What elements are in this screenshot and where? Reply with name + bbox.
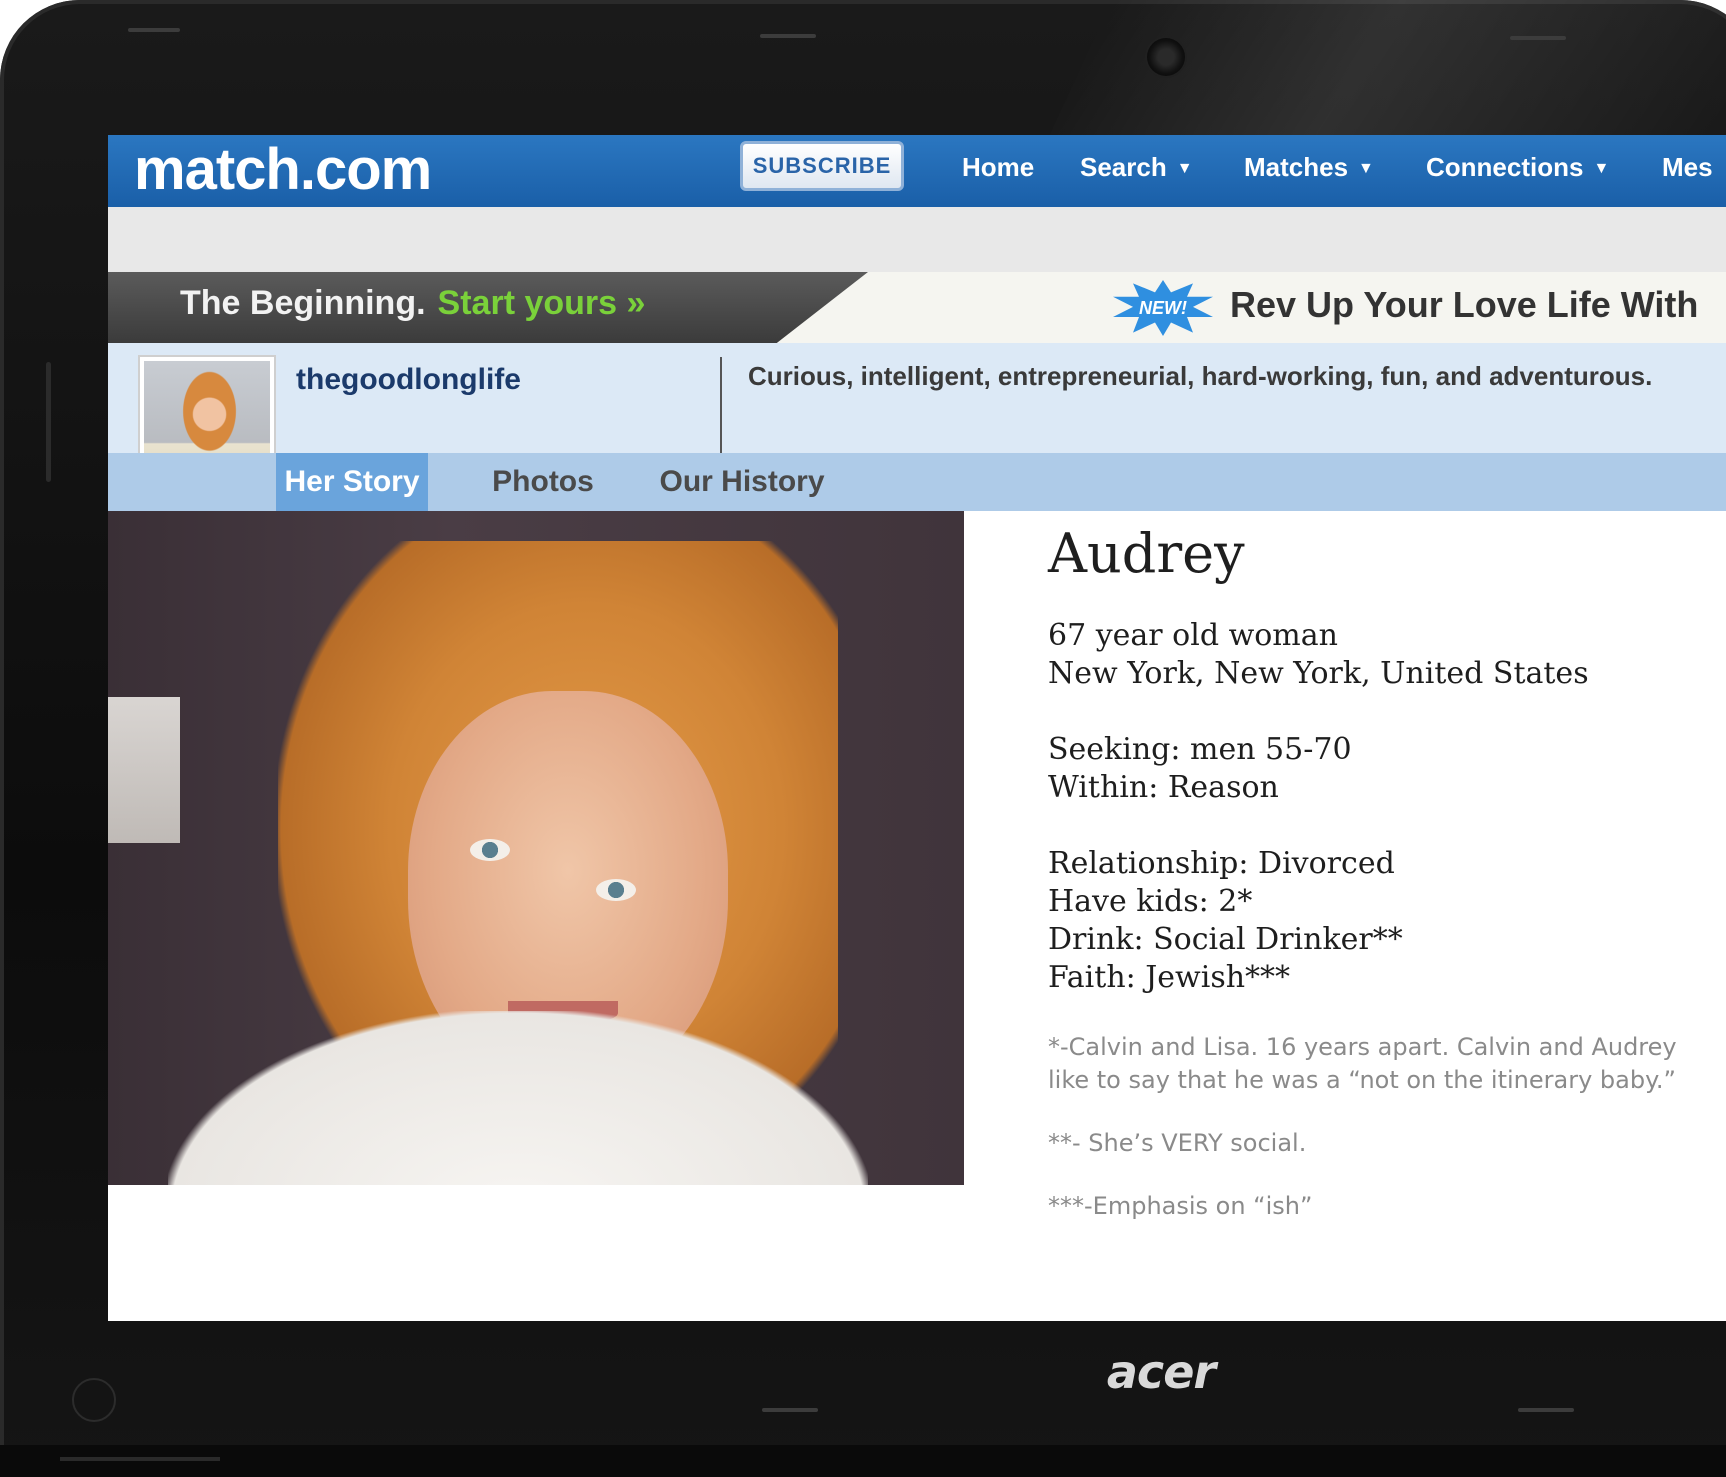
profile-details: Audrey 67 year old woman New York, New Y… [1048,519,1718,1223]
within: Within: Reason [1048,770,1279,805]
footnote-kids: *-Calvin and Lisa. 16 years apart. Calvi… [1048,1033,1677,1094]
bezel-notch [1518,1408,1574,1412]
drink: Drink: Social Drinker** [1048,922,1403,957]
tab-photos[interactable]: Photos [468,453,618,511]
bezel-notch [760,34,816,38]
chevron-down-icon: ▼ [1358,160,1374,178]
nav-matches-label: Matches [1244,152,1349,182]
have-kids: Have kids: 2* [1048,884,1253,919]
relationship: Relationship: Divorced [1048,846,1395,881]
tab-our-history[interactable]: Our History [652,453,832,511]
light-switch [108,697,180,843]
profile-username: thegoodlonglife [296,363,521,396]
screen: match.com SUBSCRIBE Home Search ▼ Matches… [108,135,1726,1321]
bezel-glare [1047,0,1726,140]
new-badge-icon: NEW! [1113,280,1213,336]
tab-her-story[interactable]: Her Story [276,453,428,511]
subscribe-button[interactable]: SUBSCRIBE [740,141,904,191]
promo-cta-link[interactable]: Start yours » [438,284,646,322]
subnav-band [108,207,1726,272]
header-divider [720,357,722,453]
footnote-drink: **- She’s VERY social. [1048,1129,1307,1157]
nav-connections[interactable]: Connections ▼ [1426,147,1609,187]
base-slot [60,1457,220,1461]
nav-messages[interactable]: Mes [1662,147,1713,187]
power-indicator-icon [72,1378,116,1422]
webcam-icon [1147,38,1185,76]
chevron-down-icon: ▼ [1176,160,1193,178]
side-slot [46,362,51,482]
nav-matches[interactable]: Matches ▼ [1244,147,1374,187]
location: New York, New York, United States [1048,656,1589,691]
footnote-faith: ***-Emphasis on “ish” [1048,1192,1313,1220]
laptop-base [0,1445,1726,1477]
promo-left-text: The Beginning. [180,284,426,322]
bezel-notch [1510,36,1566,40]
top-nav: match.com SUBSCRIBE Home Search ▼ Matches… [108,135,1726,207]
bezel-notch [128,28,180,32]
promo-left: The Beginning. Start yours » [180,284,645,323]
profile-photo[interactable] [108,511,964,1185]
nav-messages-label: Mes [1662,152,1713,182]
photo-shirt [168,1011,868,1185]
promo-right-text: Rev Up Your Love Life With [1230,284,1699,325]
faith: Faith: Jewish*** [1048,960,1291,995]
nav-connections-label: Connections [1426,152,1584,182]
nav-home[interactable]: Home [962,147,1034,187]
laptop-brand-logo: acer [1106,1345,1216,1399]
site-logo[interactable]: match.com [134,137,432,203]
nav-search[interactable]: Search ▼ [1080,147,1193,187]
bezel-notch [762,1408,818,1412]
photo-eye [596,879,636,901]
seeking: Seeking: men 55-70 [1048,732,1352,767]
profile-name: Audrey [1048,522,1245,585]
photo-eye [470,839,510,861]
nav-home-label: Home [962,152,1035,182]
chevron-down-icon: ▼ [1593,160,1610,178]
profile-header [108,343,1726,453]
profile-tagline: Curious, intelligent, entrepreneurial, h… [748,361,1653,391]
nav-search-label: Search [1080,152,1167,182]
age-gender: 67 year old woman [1048,618,1338,653]
promo-banner[interactable]: The Beginning. Start yours » NEW! Rev Up … [108,272,1726,343]
